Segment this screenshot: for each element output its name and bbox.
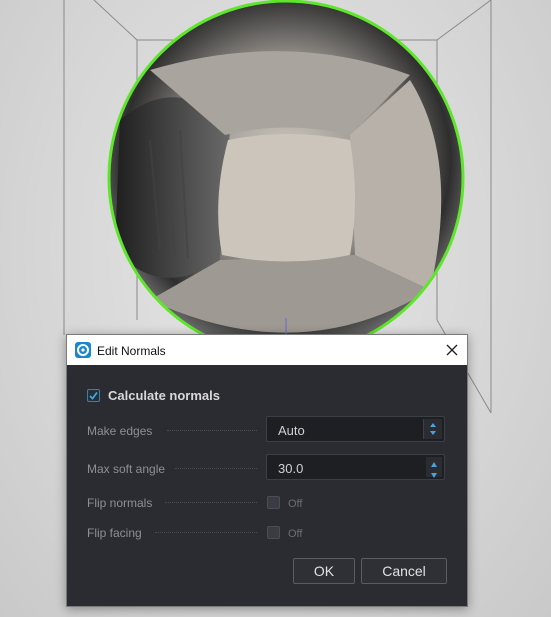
- flip-normals-checkbox[interactable]: [267, 496, 280, 509]
- leader-line: [175, 468, 257, 469]
- spin-up-button[interactable]: [426, 457, 442, 467]
- checkmark-icon: [89, 391, 98, 400]
- make-edges-value: Auto: [278, 423, 305, 438]
- leader-line: [165, 502, 257, 503]
- edit-normals-dialog: Edit Normals Calculate normals Make edge…: [66, 334, 468, 607]
- calculate-normals-checkbox[interactable]: [87, 389, 100, 402]
- make-edges-label: Make edges: [87, 424, 153, 438]
- leader-line: [167, 430, 257, 431]
- app-logo-icon: [75, 342, 91, 358]
- spin-down-button[interactable]: [426, 467, 442, 478]
- close-icon: [446, 344, 458, 356]
- flip-facing-label: Flip facing: [87, 526, 142, 540]
- calculate-normals-label: Calculate normals: [108, 388, 220, 403]
- leader-line: [155, 532, 257, 533]
- dialog-title: Edit Normals: [97, 344, 166, 358]
- flip-facing-state: Off: [288, 528, 303, 540]
- close-button[interactable]: [437, 335, 467, 365]
- cancel-button[interactable]: Cancel: [361, 558, 447, 584]
- max-soft-angle-spinbox[interactable]: 30.0: [266, 454, 445, 480]
- sphere-mesh[interactable]: [107, 0, 465, 357]
- dialog-titlebar[interactable]: Edit Normals: [67, 335, 467, 365]
- ok-button[interactable]: OK: [293, 558, 355, 584]
- max-soft-angle-value: 30.0: [278, 461, 304, 476]
- dropdown-arrows-icon: [423, 419, 442, 439]
- dialog-content: Calculate normals Make edges Auto Max so…: [67, 365, 467, 606]
- flip-facing-checkbox[interactable]: [267, 526, 280, 539]
- max-soft-angle-label: Max soft angle: [87, 462, 166, 476]
- flip-normals-state: Off: [288, 498, 303, 510]
- make-edges-select[interactable]: Auto: [266, 416, 445, 442]
- flip-normals-label: Flip normals: [87, 496, 153, 510]
- arrow-down-icon: [431, 473, 437, 478]
